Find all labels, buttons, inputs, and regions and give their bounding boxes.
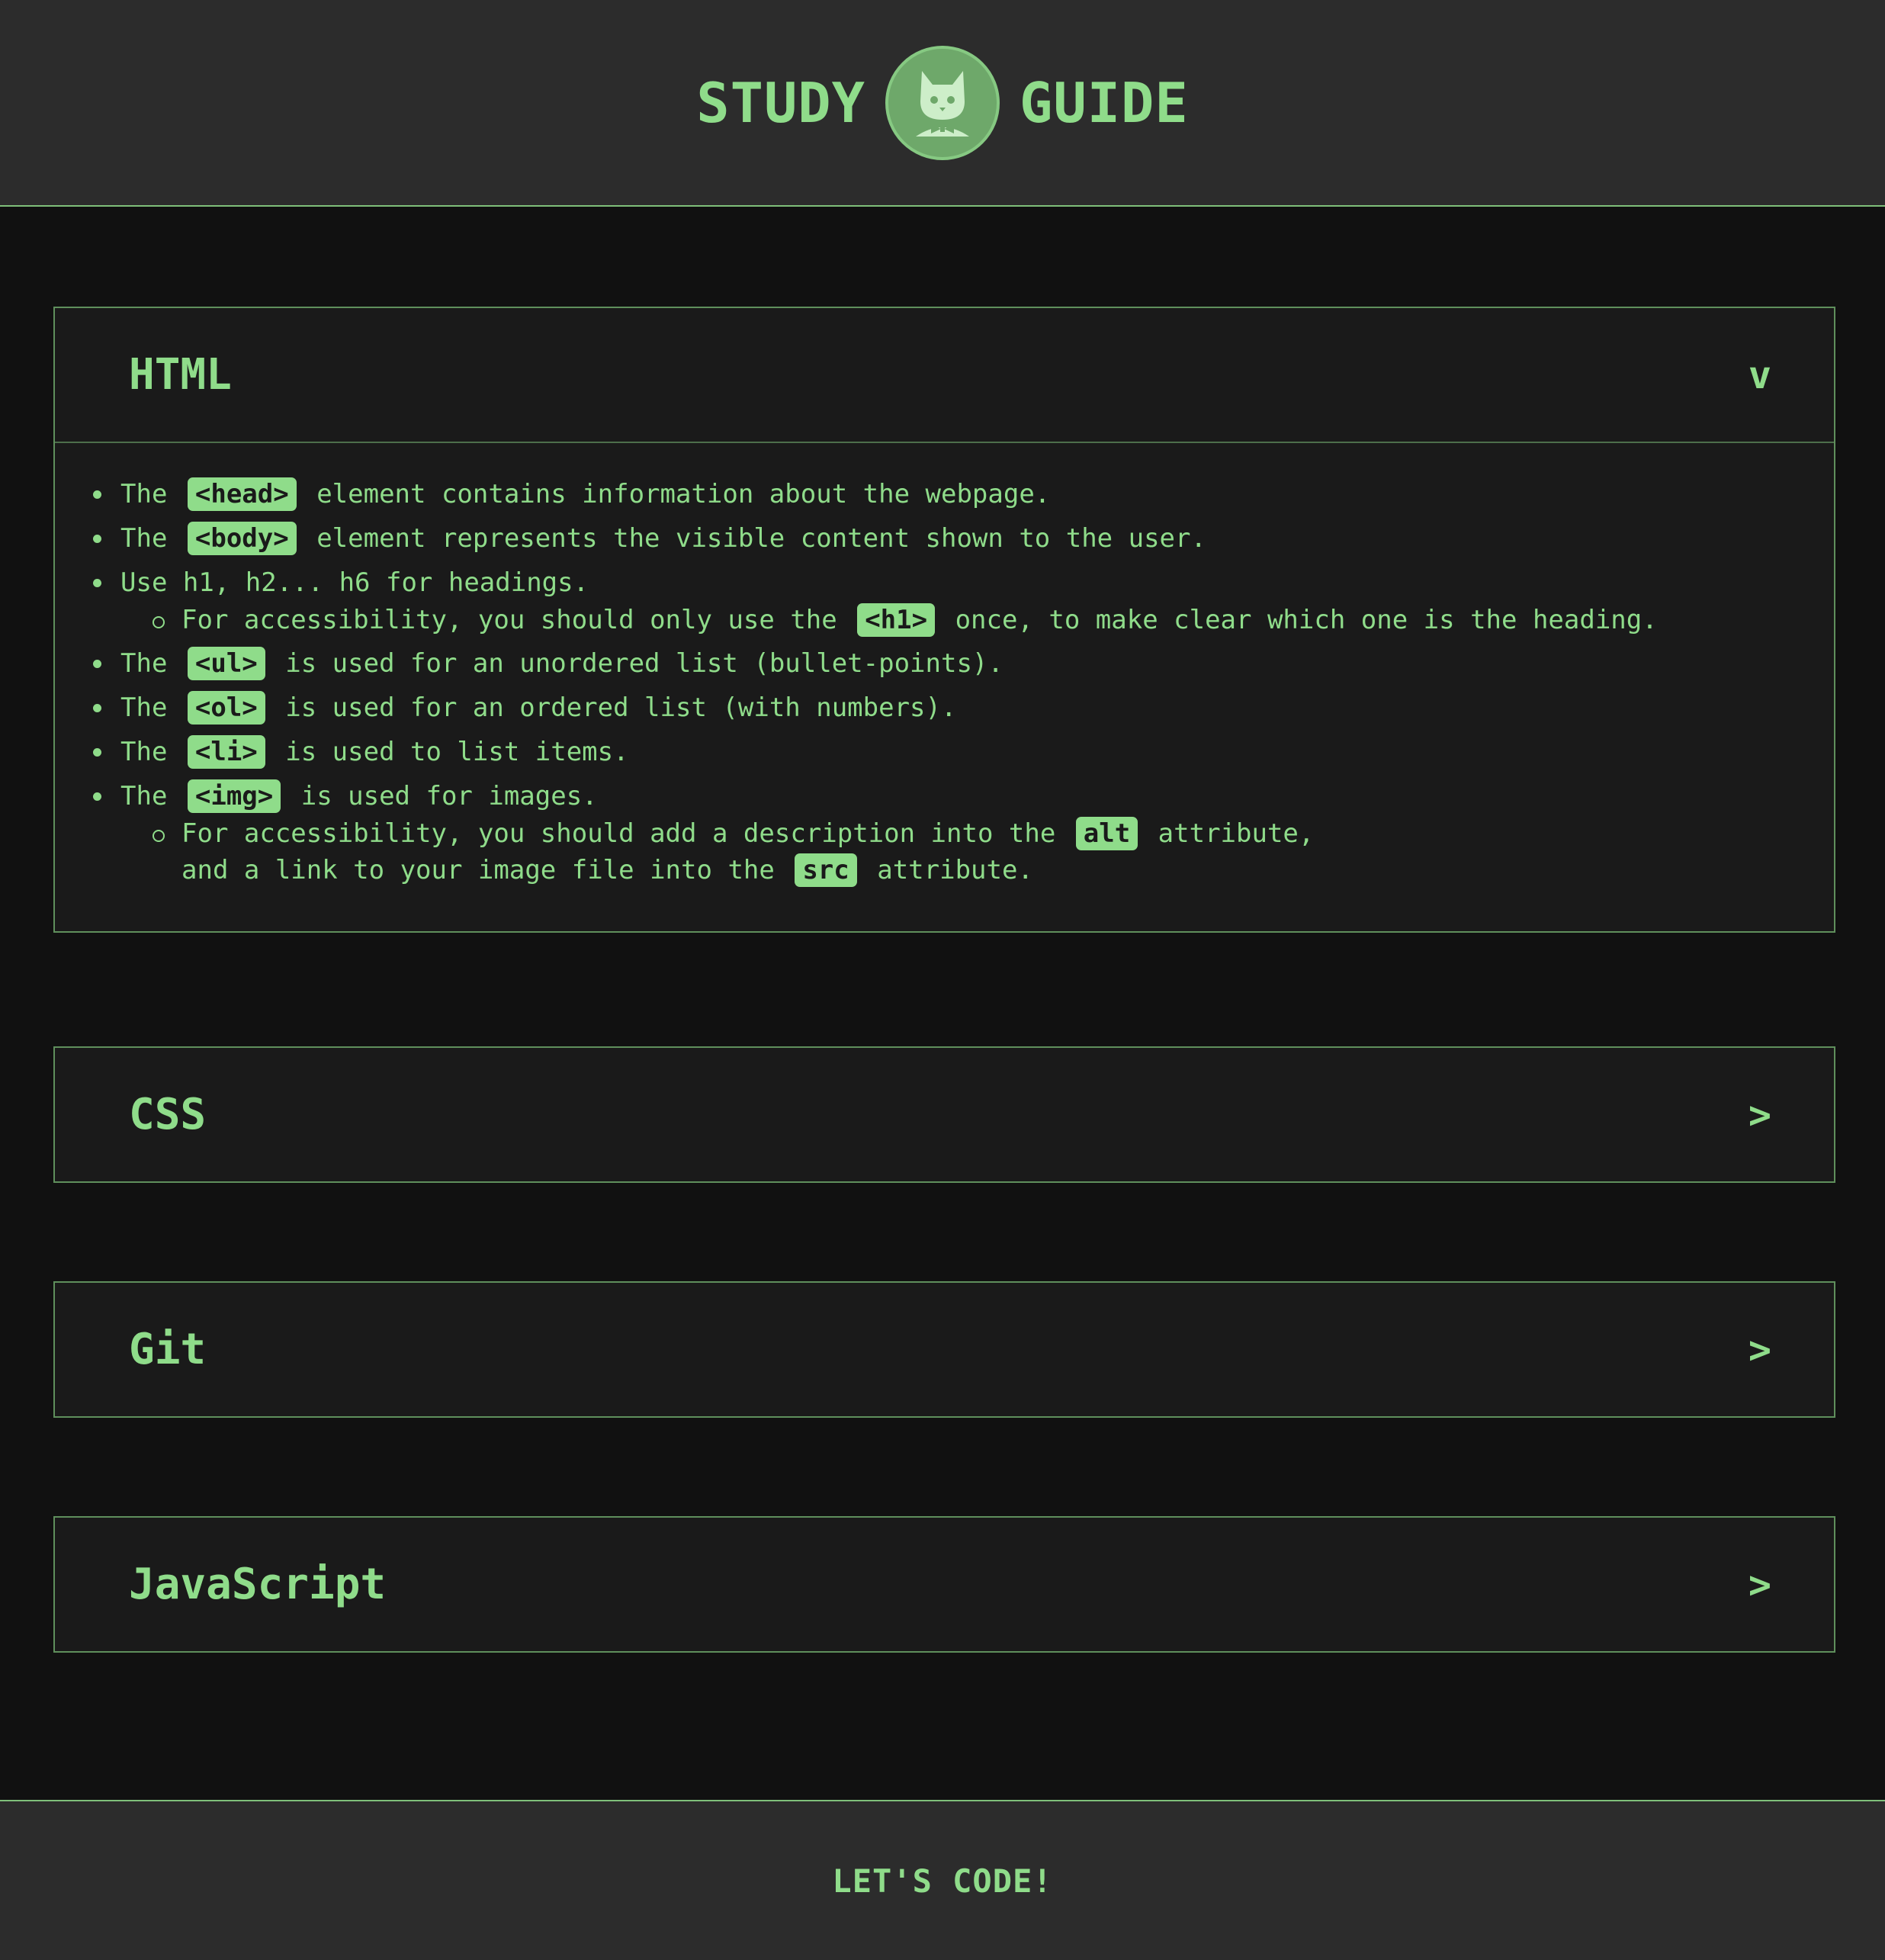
footer-text: LET'S CODE! [832, 1862, 1053, 1900]
main-content: HTML v The <head> element contains infor… [0, 208, 1885, 1800]
html-notes-list: The <head> element contains information … [90, 475, 1803, 888]
section-html: HTML v The <head> element contains infor… [53, 307, 1835, 933]
page: STUDY GUIDE HTML v The <head> element co… [0, 0, 1885, 1960]
chevron-right-icon[interactable]: > [1749, 1563, 1771, 1607]
note-text: element contains information about the w… [300, 479, 1051, 509]
note-text: attribute. [861, 855, 1033, 885]
code-tag: <h1> [857, 603, 936, 637]
note-text: For accessibility, you should only use t… [181, 605, 853, 635]
note-text: is used for an unordered list (bullet-po… [269, 648, 1004, 679]
code-tag: <body> [187, 522, 297, 555]
chevron-right-icon[interactable]: > [1749, 1093, 1771, 1137]
code-tag: <ol> [187, 691, 265, 725]
note-text: once, to make clear which one is the hea… [939, 605, 1658, 635]
chevron-down-icon[interactable]: v [1749, 353, 1771, 397]
section-html-header[interactable]: HTML v [55, 308, 1834, 442]
note-text: The [120, 523, 183, 554]
list-item: The <body> element represents the visibl… [90, 519, 1803, 557]
section-css-header[interactable]: CSS > [55, 1048, 1834, 1181]
note-text: and a link to your image file into the [181, 855, 791, 885]
list-item: The <head> element contains information … [90, 475, 1803, 513]
note-text: The [120, 479, 183, 509]
section-git-header[interactable]: Git > [55, 1283, 1834, 1416]
code-tag: src [795, 853, 857, 887]
list-item: The <li> is used to list items. [90, 733, 1803, 771]
sub-list: For accessibility, you should only use t… [120, 602, 1803, 638]
code-tag: <li> [187, 735, 265, 769]
cat-logo-icon [885, 45, 1000, 160]
section-title-javascript: JavaScript [129, 1560, 387, 1609]
brand: STUDY GUIDE [696, 45, 1189, 160]
note-text: The [120, 737, 183, 767]
code-tag: alt [1075, 817, 1138, 850]
note-text: Use h1, h2... h6 for headings. [120, 567, 589, 598]
list-item: The <img> is used for images. For access… [90, 777, 1803, 888]
note-text: The [120, 692, 183, 723]
section-title-html: HTML [129, 350, 232, 400]
note-text: is used to list items. [269, 737, 629, 767]
note-text: For accessibility, you should add a desc… [181, 818, 1071, 849]
section-javascript-header[interactable]: JavaScript > [55, 1518, 1834, 1651]
list-item: The <ol> is used for an ordered list (wi… [90, 689, 1803, 727]
section-javascript: JavaScript > [53, 1516, 1835, 1653]
list-item: Use h1, h2... h6 for headings. For acces… [90, 564, 1803, 638]
note-text: The [120, 648, 183, 679]
note-text: attribute, [1142, 818, 1315, 849]
section-title-css: CSS [129, 1090, 207, 1139]
site-footer: LET'S CODE! [0, 1800, 1885, 1960]
title-study: STUDY [696, 70, 865, 135]
section-title-git: Git [129, 1325, 207, 1374]
note-text: is used for an ordered list (with number… [269, 692, 957, 723]
site-header: STUDY GUIDE [0, 0, 1885, 207]
code-tag: <img> [187, 779, 281, 813]
note-text: is used for images. [285, 781, 598, 811]
section-git: Git > [53, 1281, 1835, 1418]
sub-list-item: For accessibility, you should add a desc… [120, 815, 1803, 888]
chevron-right-icon[interactable]: > [1749, 1328, 1771, 1372]
note-text: element represents the visible content s… [300, 523, 1206, 554]
sub-list: For accessibility, you should add a desc… [120, 815, 1803, 888]
code-tag: <ul> [187, 647, 265, 680]
note-text: The [120, 781, 183, 811]
title-guide: GUIDE [1020, 70, 1189, 135]
code-tag: <head> [187, 477, 297, 511]
list-item: The <ul> is used for an unordered list (… [90, 644, 1803, 683]
section-css: CSS > [53, 1046, 1835, 1183]
section-html-body: The <head> element contains information … [55, 442, 1834, 931]
cat-bowtie-icon [916, 70, 969, 137]
sub-list-item: For accessibility, you should only use t… [120, 602, 1803, 638]
